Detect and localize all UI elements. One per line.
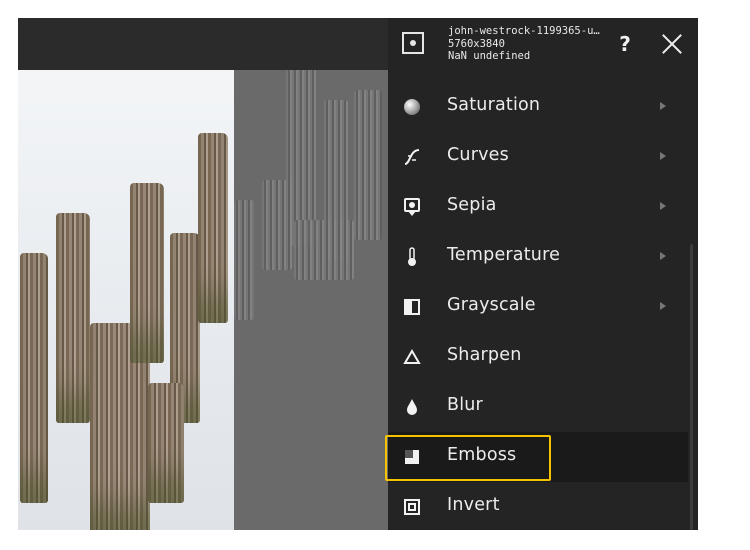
menu-item-label: Invert — [447, 495, 500, 515]
chevron-right-icon — [660, 152, 666, 160]
sepia-icon — [402, 197, 422, 217]
menu-item-label: Temperature — [447, 245, 561, 265]
file-name: john-westrock-1199365-u… — [448, 25, 600, 37]
chevron-right-icon — [660, 202, 666, 210]
file-dimensions: 5760x3840 — [448, 37, 505, 50]
file-info: john-westrock-1199365-u… 5760x3840 NaN u… — [448, 25, 608, 63]
chevron-right-icon — [660, 252, 666, 260]
panel-scrollbar[interactable] — [690, 244, 693, 530]
menu-item-saturation[interactable]: Saturation — [388, 82, 688, 132]
menu-item-temperature[interactable]: Temperature — [388, 232, 688, 282]
sharpen-icon — [402, 347, 422, 367]
curves-icon — [402, 147, 422, 167]
menu-item-invert[interactable]: Invert — [388, 482, 688, 530]
temperature-icon — [402, 247, 422, 267]
frame-icon[interactable] — [402, 32, 424, 54]
menu-item-grayscale[interactable]: Grayscale — [388, 282, 688, 332]
invert-icon — [402, 497, 422, 517]
saturation-icon — [402, 97, 422, 117]
menu-item-label: Saturation — [447, 95, 541, 115]
emboss-preview — [234, 70, 388, 530]
menu-item-curves[interactable]: Curves — [388, 132, 688, 182]
filter-panel: john-westrock-1199365-u… 5760x3840 NaN u… — [385, 18, 698, 530]
menu-item-sharpen[interactable]: Sharpen — [388, 332, 688, 382]
panel-header: john-westrock-1199365-u… 5760x3840 NaN u… — [388, 18, 698, 70]
chevron-right-icon — [660, 302, 666, 310]
menu-item-label: Grayscale — [447, 295, 536, 315]
close-icon[interactable] — [660, 32, 684, 56]
menu-item-label: Sepia — [447, 195, 497, 215]
menu-item-label: Sharpen — [447, 345, 522, 365]
blur-icon — [402, 397, 422, 417]
filter-menu: Saturation Curves Sepia Temperature Gray… — [385, 82, 688, 530]
menu-item-label: Blur — [447, 395, 483, 415]
help-button[interactable]: ? — [614, 30, 636, 58]
menu-item-label: Curves — [447, 145, 509, 165]
original-photo — [18, 70, 234, 530]
menu-item-label: Emboss — [447, 445, 517, 465]
grayscale-icon — [402, 297, 422, 317]
chevron-right-icon — [660, 102, 666, 110]
menu-item-blur[interactable]: Blur — [388, 382, 688, 432]
file-meta: NaN undefined — [448, 50, 531, 62]
menu-item-sepia[interactable]: Sepia — [388, 182, 688, 232]
emboss-icon — [402, 447, 422, 467]
image-editor-window: john-westrock-1199365-u… 5760x3840 NaN u… — [18, 18, 698, 530]
menu-item-emboss[interactable]: Emboss — [385, 432, 688, 482]
